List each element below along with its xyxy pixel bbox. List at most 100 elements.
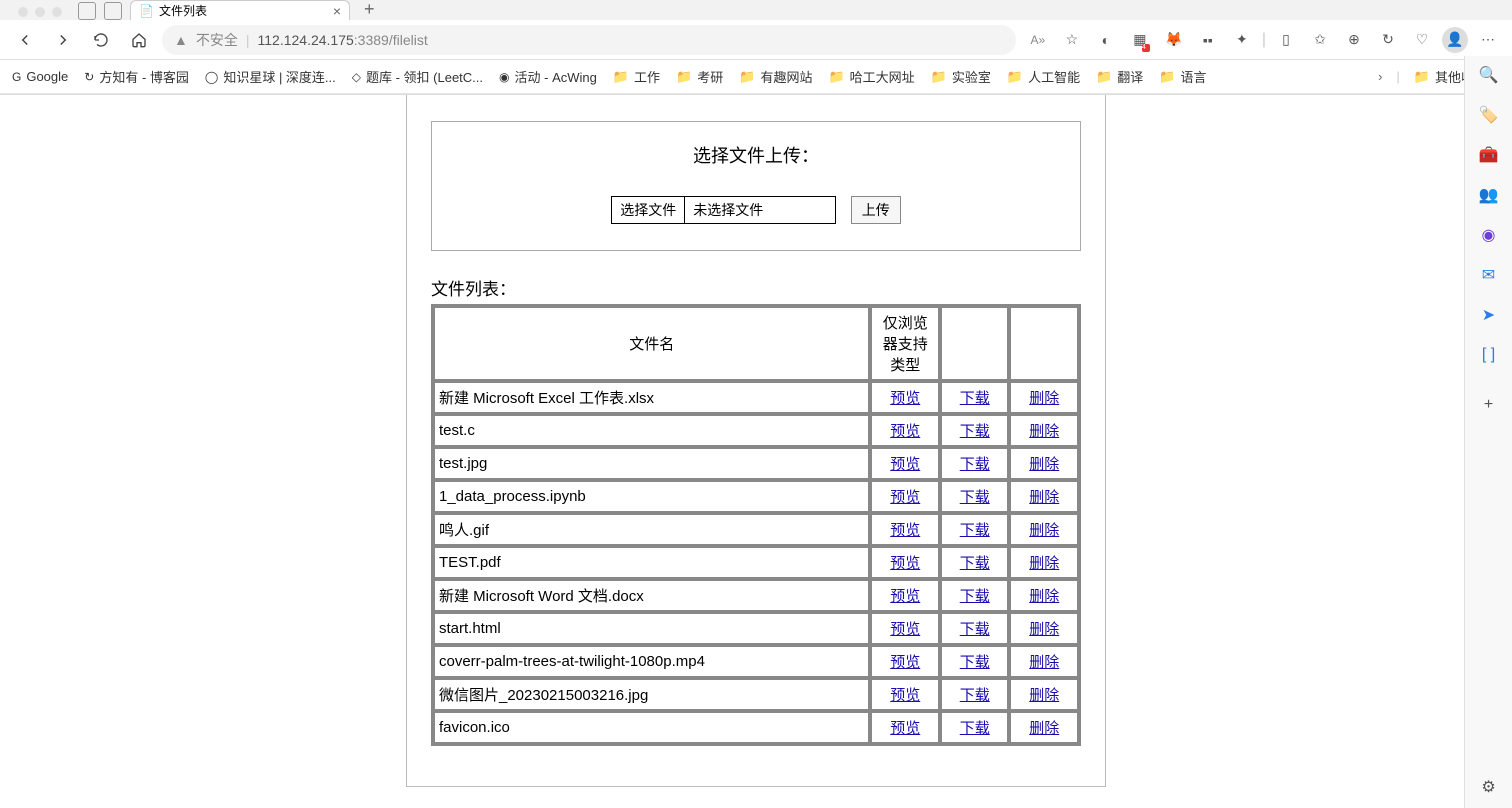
minimize-window-dot[interactable] <box>35 7 45 17</box>
url-text: 112.124.24.175:3389/filelist <box>258 32 428 48</box>
search-icon[interactable]: 🔍 <box>1478 64 1500 86</box>
download-link[interactable]: 下载 <box>960 390 990 407</box>
download-link[interactable]: 下载 <box>960 555 990 572</box>
new-tab-button[interactable]: + <box>358 0 381 20</box>
download-link[interactable]: 下载 <box>960 423 990 440</box>
preview-link[interactable]: 预览 <box>890 489 920 506</box>
delete-link[interactable]: 删除 <box>1029 621 1059 638</box>
tab-split-icon[interactable] <box>104 2 122 20</box>
bookmark-item-2[interactable]: ◯知识星球 | 深度连... <box>205 67 336 86</box>
bookmark-item-7[interactable]: 📁有趣网站 <box>739 67 812 86</box>
sidebar-settings-icon[interactable]: ⚙ <box>1478 776 1500 798</box>
refresh-button[interactable] <box>86 25 116 55</box>
bookmark-item-5[interactable]: 📁工作 <box>613 67 660 86</box>
bookmark-item-3[interactable]: ◇题库 - 领扣 (LeetC... <box>352 67 483 86</box>
preview-link[interactable]: 预览 <box>890 621 920 638</box>
preview-link[interactable]: 预览 <box>890 555 920 572</box>
send-icon[interactable]: ➤ <box>1478 304 1500 326</box>
bookmark-item-1[interactable]: ↻方知有 - 博客园 <box>84 67 189 86</box>
delete-cell: 删除 <box>1010 382 1078 413</box>
bookmark-item-8[interactable]: 📁哈工大网址 <box>828 67 914 86</box>
performance-icon[interactable]: ♡ <box>1408 26 1436 54</box>
outlook-icon[interactable]: ✉ <box>1478 264 1500 286</box>
preview-cell: 预览 <box>871 613 939 644</box>
preview-link[interactable]: 预览 <box>890 588 920 605</box>
delete-link[interactable]: 删除 <box>1029 588 1059 605</box>
ext1-icon[interactable]: ◐ <box>1092 26 1120 54</box>
bookmark-item-10[interactable]: 📁人工智能 <box>1007 67 1080 86</box>
collections-icon[interactable]: ⊕ <box>1340 26 1368 54</box>
preview-link[interactable]: 预览 <box>890 456 920 473</box>
bookmark-item-0[interactable]: GGoogle <box>12 69 68 84</box>
delete-link[interactable]: 删除 <box>1029 456 1059 473</box>
file-name-cell: 微信图片_20230215003216.jpg <box>434 679 869 710</box>
download-link[interactable]: 下载 <box>960 654 990 671</box>
upload-button[interactable]: 上传 <box>851 196 901 224</box>
close-window-dot[interactable] <box>18 7 28 17</box>
preview-link[interactable]: 预览 <box>890 522 920 539</box>
download-link[interactable]: 下载 <box>960 489 990 506</box>
history-icon[interactable]: ↻ <box>1374 26 1402 54</box>
address-bar[interactable]: ▲ 不安全 | 112.124.24.175:3389/filelist <box>162 25 1016 55</box>
download-link[interactable]: 下载 <box>960 720 990 737</box>
back-button[interactable] <box>10 25 40 55</box>
download-link[interactable]: 下载 <box>960 621 990 638</box>
active-tab[interactable]: 📄 文件列表 × <box>130 0 350 20</box>
favicon-icon: ◯ <box>205 70 218 84</box>
preview-link[interactable]: 预览 <box>890 390 920 407</box>
download-link[interactable]: 下载 <box>960 456 990 473</box>
tab-close-icon[interactable]: × <box>333 3 341 19</box>
toolbox-icon[interactable]: 🧰 <box>1478 144 1500 166</box>
ext4-icon[interactable]: ▪▪ <box>1194 26 1222 54</box>
bookmark-item-12[interactable]: 📁语言 <box>1159 67 1206 86</box>
profile-avatar[interactable]: 👤 <box>1442 27 1468 53</box>
read-aloud-icon[interactable]: A» <box>1024 26 1052 54</box>
copilot-icon[interactable]: ◉ <box>1478 224 1500 246</box>
maximize-window-dot[interactable] <box>52 7 62 17</box>
preview-link[interactable]: 预览 <box>890 720 920 737</box>
download-link[interactable]: 下载 <box>960 522 990 539</box>
delete-link[interactable]: 删除 <box>1029 522 1059 539</box>
bookmark-item-11[interactable]: 📁翻译 <box>1096 67 1143 86</box>
tag-icon[interactable]: 🏷️ <box>1478 104 1500 126</box>
forward-button[interactable] <box>48 25 78 55</box>
delete-link[interactable]: 删除 <box>1029 555 1059 572</box>
brackets-icon[interactable]: [ ] <box>1478 344 1500 366</box>
file-name-cell: 新建 Microsoft Word 文档.docx <box>434 580 869 611</box>
preview-link[interactable]: 预览 <box>890 423 920 440</box>
folder-icon: 📁 <box>1414 69 1430 85</box>
bookmark-label: 有趣网站 <box>760 67 812 86</box>
toolbar-right: A» ☆ ◐ ▦4 🦊 ▪▪ ✦ | ▯ ✩ ⊕ ↻ ♡ 👤 ⋯ <box>1024 26 1502 54</box>
preview-link[interactable]: 预览 <box>890 654 920 671</box>
choose-file-button[interactable]: 选择文件 <box>612 197 685 223</box>
bookmark-label: Google <box>26 69 68 84</box>
bookmark-item-6[interactable]: 📁考研 <box>676 67 723 86</box>
more-icon[interactable]: ⋯ <box>1474 26 1502 54</box>
delete-link[interactable]: 删除 <box>1029 390 1059 407</box>
download-link[interactable]: 下载 <box>960 588 990 605</box>
delete-link[interactable]: 删除 <box>1029 654 1059 671</box>
download-link[interactable]: 下载 <box>960 687 990 704</box>
table-row: 新建 Microsoft Excel 工作表.xlsx预览下载删除 <box>434 382 1078 413</box>
download-cell: 下载 <box>941 712 1009 743</box>
file-picker[interactable]: 选择文件 未选择文件 <box>611 196 836 224</box>
favorite-star-icon[interactable]: ☆ <box>1058 26 1086 54</box>
preview-link[interactable]: 预览 <box>890 687 920 704</box>
people-icon[interactable]: 👥 <box>1478 184 1500 206</box>
add-sidebar-icon[interactable]: + <box>1478 394 1500 416</box>
favorites-icon[interactable]: ✩ <box>1306 26 1334 54</box>
bookmarks-overflow-icon[interactable]: › <box>1378 69 1382 84</box>
delete-link[interactable]: 删除 <box>1029 720 1059 737</box>
tab-overview-icon[interactable] <box>78 2 96 20</box>
ext2-icon[interactable]: ▦4 <box>1126 26 1154 54</box>
delete-link[interactable]: 删除 <box>1029 687 1059 704</box>
delete-link[interactable]: 删除 <box>1029 423 1059 440</box>
home-button[interactable] <box>124 25 154 55</box>
bookmark-item-4[interactable]: ◉活动 - AcWing <box>499 67 597 86</box>
ext3-icon[interactable]: 🦊 <box>1160 26 1188 54</box>
bookmark-item-9[interactable]: 📁实验室 <box>931 67 991 86</box>
sidebar-toggle-icon[interactable]: ▯ <box>1272 26 1300 54</box>
delete-link[interactable]: 删除 <box>1029 489 1059 506</box>
extensions-icon[interactable]: ✦ <box>1228 26 1256 54</box>
tab-favicon-icon: 📄 <box>139 4 153 18</box>
